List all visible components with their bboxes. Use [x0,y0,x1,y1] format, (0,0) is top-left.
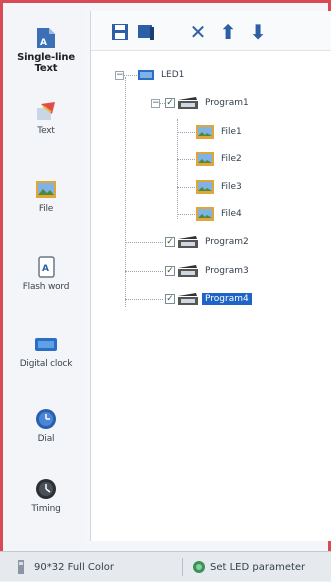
collapse-toggle[interactable]: − [115,71,124,80]
tree-connector [125,271,163,272]
file-icon [196,207,214,221]
tree-node-program2[interactable]: ✓ Program2 [165,233,252,251]
tool-dial[interactable]: Dial [6,406,86,445]
tool-file[interactable]: File [6,176,86,215]
tree-connector [177,119,178,219]
tree-node-file2[interactable]: File2 [195,150,245,168]
program-tree-panel: ✕ ⬆ ⬇ − LED1 − ✓ Program1 File1 File2 Fi… [90,11,331,541]
program2-checkbox[interactable]: ✓ [165,237,175,247]
tree-node-label: File3 [221,182,242,192]
tool-label: Digital clock [19,359,73,369]
program-icon [178,293,198,305]
save-icon [112,24,128,40]
led-screen-icon [138,70,154,80]
program-icon [178,236,198,248]
file-icon [196,152,214,166]
tree-node-label: File4 [221,209,242,219]
tool-label: Flash word [22,282,70,292]
tool-label: Dial [37,434,55,444]
tool-label: Timing [31,504,61,514]
program-icon [178,97,198,109]
tree-connector [177,187,195,188]
text-icon [37,102,55,120]
file-icon [196,180,214,194]
svg-text:A: A [42,264,49,274]
tool-label: Text [37,126,55,136]
timing-icon [36,479,56,499]
set-led-parameter-label: Set LED parameter [210,561,306,573]
tool-label: Single-line Text [17,52,75,74]
delete-button[interactable]: ✕ [187,20,209,44]
program-icon [178,265,198,277]
set-led-parameter-button[interactable]: Set LED parameter [192,552,305,582]
tool-timing[interactable]: Timing [6,476,86,515]
move-down-icon: ⬇ [249,20,267,44]
digital-clock-icon [35,338,57,351]
tree-connector [125,77,126,307]
tree-node-file1[interactable]: File1 [195,123,245,141]
tree-node-file4[interactable]: File4 [195,205,245,223]
editor-frame: A Single-line Text Text File A Flash wor… [0,0,331,551]
display-icon [18,560,24,574]
screen-button[interactable] [135,21,157,43]
dial-icon [36,409,56,429]
display-resolution: 90*32 Full Color [34,561,115,573]
tool-flash-word[interactable]: A Flash word [6,254,86,293]
move-up-icon: ⬆ [219,20,237,44]
flash-word-icon: A [38,256,55,278]
tree-node-label: File2 [221,154,242,164]
screen-icon [138,25,154,40]
tree-node-label: Program2 [205,237,249,247]
svg-text:A: A [40,38,47,48]
tree-node-label: Program3 [205,266,249,276]
tree-node-file3[interactable]: File3 [195,178,245,196]
tool-digital-clock[interactable]: Digital clock [6,331,86,370]
tree-connector [125,242,163,243]
delete-icon: ✕ [189,20,207,44]
single-line-text-icon: A [37,28,55,48]
save-button[interactable] [109,21,131,43]
settings-globe-icon [193,561,205,573]
tree-node-label: File1 [221,127,242,137]
collapse-toggle[interactable]: − [151,99,160,108]
tree-node-program1[interactable]: ✓ Program1 [165,94,252,112]
move-down-button[interactable]: ⬇ [247,20,269,44]
tree-node-program3[interactable]: ✓ Program3 [165,262,252,280]
content-tool-palette: A Single-line Text Text File A Flash wor… [6,6,86,551]
status-separator [182,558,183,576]
file-icon [36,181,56,198]
tool-single-line-text[interactable]: A Single-line Text [6,24,86,74]
tree-node-label: Program1 [205,98,249,108]
tree-node-label: LED1 [161,70,185,80]
tree-node-label: Program4 [202,293,252,305]
program4-checkbox[interactable]: ✓ [165,294,175,304]
tool-label: File [38,204,54,214]
tree-toolbar: ✕ ⬆ ⬇ [91,11,331,51]
tree-connector [177,132,195,133]
tree-connector [125,299,163,300]
tree-node-program4[interactable]: ✓ Program4 [165,290,252,308]
status-bar: 90*32 Full Color Set LED parameter [0,551,331,581]
tool-text[interactable]: Text [6,98,86,137]
program3-checkbox[interactable]: ✓ [165,266,175,276]
tree-connector [177,159,195,160]
tree-node-led1[interactable]: LED1 [137,66,187,84]
file-icon [196,125,214,139]
tree-connector [177,214,195,215]
status-display-info: 90*32 Full Color [16,552,114,582]
program1-checkbox[interactable]: ✓ [165,98,175,108]
move-up-button[interactable]: ⬆ [217,20,239,44]
